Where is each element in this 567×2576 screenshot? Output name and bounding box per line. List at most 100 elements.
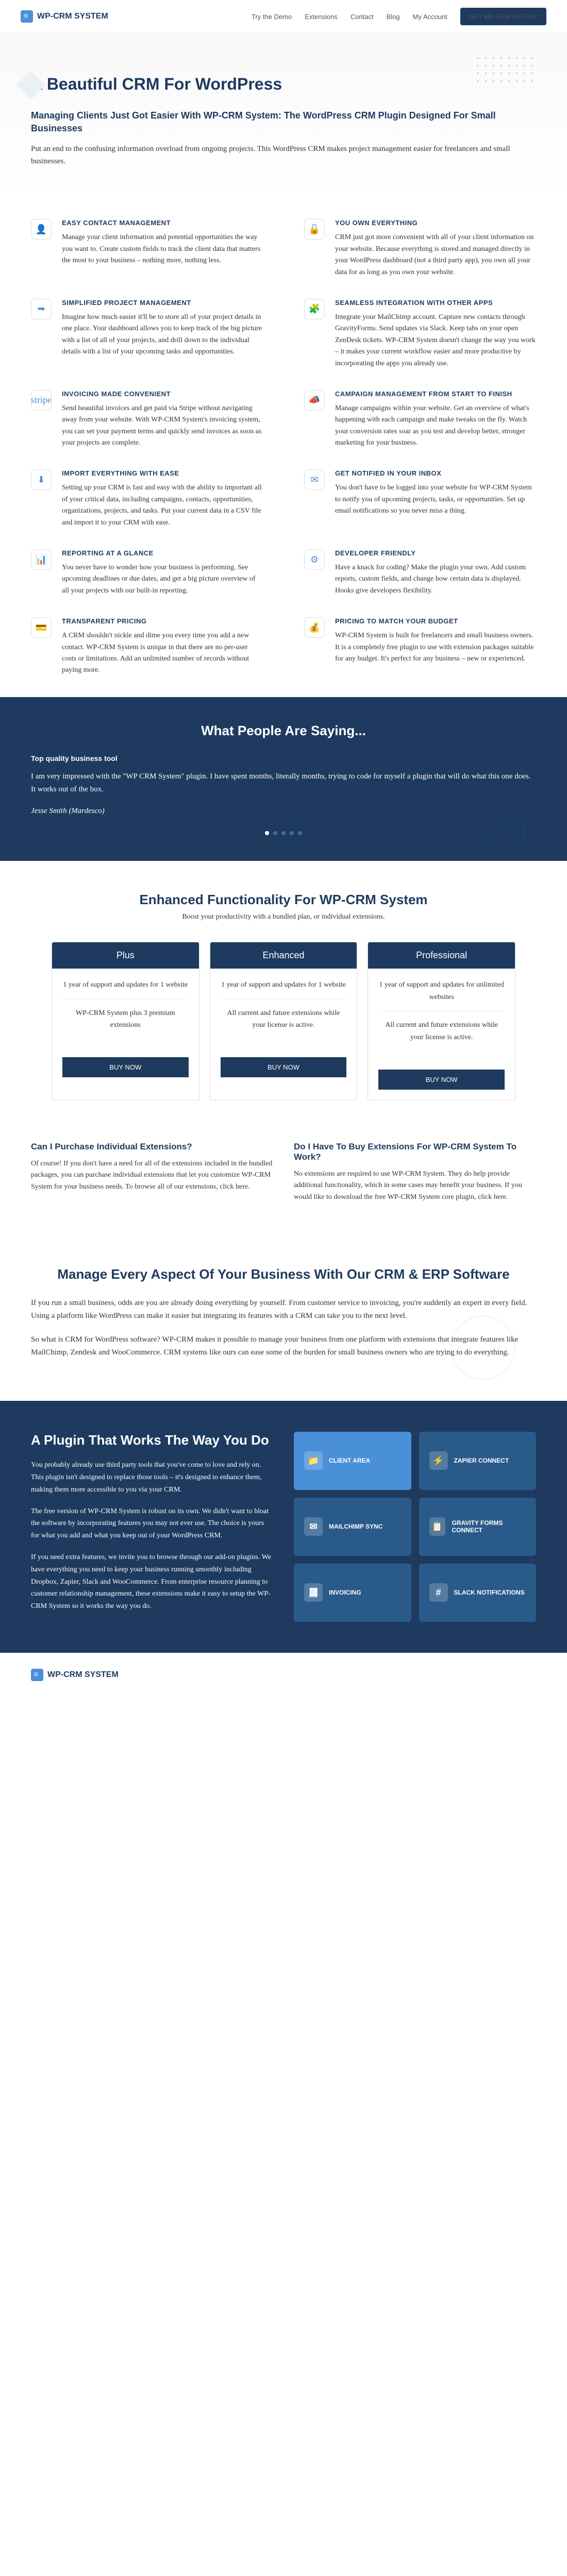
dot-2[interactable] bbox=[273, 831, 277, 835]
feature-body-11: WP-CRM System is built for freelancers a… bbox=[335, 630, 536, 665]
plan-line2-0: WP-CRM System plus 3 premium extensions bbox=[62, 1007, 189, 1032]
integration-label-3: GRAVITY FORMS CONNECT bbox=[452, 1519, 526, 1534]
plan-1: Enhanced 1 year of support and updates f… bbox=[210, 942, 358, 1100]
feature-icon-10: 💳 bbox=[31, 617, 52, 638]
plan-2: Professional 1 year of support and updat… bbox=[368, 942, 515, 1100]
nav-contact[interactable]: Contact bbox=[351, 13, 374, 21]
integration-5[interactable]: # SLACK NOTIFICATIONS bbox=[419, 1564, 537, 1622]
faq-item-0: Can I Purchase Individual Extensions? Of… bbox=[31, 1142, 273, 1203]
feature-0: 👤 EASY CONTACT MANAGEMENT Manage your cl… bbox=[31, 219, 263, 278]
faq-a-1: No extensions are required to use WP-CRM… bbox=[294, 1168, 536, 1203]
feature-body-9: Have a knack for coding? Make the plugin… bbox=[335, 562, 536, 597]
integration-icon-0: 📁 bbox=[304, 1451, 323, 1470]
manage-p1: If you run a small business, odds are yo… bbox=[31, 1297, 536, 1323]
dots-decoration bbox=[474, 54, 536, 85]
integration-icon-3: 📋 bbox=[429, 1517, 446, 1536]
feature-body-4: Send beautiful invoices and get paid via… bbox=[62, 403, 263, 449]
feature-title-11: PRICING TO MATCH YOUR BUDGET bbox=[335, 617, 536, 625]
footer-brand: WP-CRM SYSTEM bbox=[47, 1670, 119, 1680]
nav-cta-button[interactable]: GET WP-CRM SYSTEM bbox=[460, 8, 546, 25]
integration-icon-2: ✉ bbox=[304, 1517, 323, 1536]
feature-10: 💳 TRANSPARENT PRICING A CRM shouldn't ni… bbox=[31, 617, 263, 676]
plan-line1-2: 1 year of support and updates for unlimi… bbox=[378, 979, 505, 1004]
integration-3[interactable]: 📋 GRAVITY FORMS CONNECT bbox=[419, 1498, 537, 1556]
plans-section: Enhanced Functionality For WP-CRM System… bbox=[0, 861, 567, 1131]
dot-1[interactable] bbox=[265, 831, 269, 835]
feature-6: ⬇ IMPORT EVERYTHING WITH EASE Setting up… bbox=[31, 469, 263, 529]
feature-title-5: CAMPAIGN MANAGEMENT FROM START TO FINISH bbox=[335, 390, 536, 398]
feature-title-0: EASY CONTACT MANAGEMENT bbox=[62, 219, 263, 227]
integration-2[interactable]: ✉ MAILCHIMP SYNC bbox=[294, 1498, 411, 1556]
feature-title-8: REPORTING AT A GLANCE bbox=[62, 549, 263, 557]
feature-body-8: You never have to wonder how your busine… bbox=[62, 562, 263, 597]
feature-1: 🔓 YOU OWN EVERYTHING CRM just got more c… bbox=[304, 219, 536, 278]
testimonial-body: I am very impressed with the "WP CRM Sys… bbox=[31, 770, 536, 796]
nav-extensions[interactable]: Extensions bbox=[305, 13, 338, 21]
integration-0[interactable]: 📁 CLIENT AREA bbox=[294, 1432, 411, 1490]
feature-body-1: CRM just got more convenient with all of… bbox=[335, 232, 536, 278]
plan-name-1: Enhanced bbox=[210, 942, 357, 969]
dot-4[interactable] bbox=[290, 831, 294, 835]
plan-buy-0[interactable]: BUY NOW bbox=[62, 1057, 189, 1077]
feature-icon-8: 📊 bbox=[31, 549, 52, 570]
footer: WP-CRM SYSTEM bbox=[0, 1653, 567, 1697]
plan-line2-1: All current and future extensions while … bbox=[221, 1007, 347, 1032]
feature-title-1: YOU OWN EVERYTHING bbox=[335, 219, 536, 227]
footer-logo-icon bbox=[31, 1669, 43, 1681]
integration-label-1: ZAPIER CONNECT bbox=[454, 1457, 509, 1464]
faq-q-0: Can I Purchase Individual Extensions? bbox=[31, 1142, 273, 1152]
testimonial-sub: Top quality business tool bbox=[31, 754, 536, 762]
plan-0: Plus 1 year of support and updates for 1… bbox=[52, 942, 199, 1100]
feature-title-2: SIMPLIFIED PROJECT MANAGEMENT bbox=[62, 299, 263, 307]
feature-2: ➡ SIMPLIFIED PROJECT MANAGEMENT Imagine … bbox=[31, 299, 263, 369]
faq-section: Can I Purchase Individual Extensions? Of… bbox=[0, 1131, 567, 1234]
feature-icon-1: 🔓 bbox=[304, 219, 325, 240]
feature-8: 📊 REPORTING AT A GLANCE You never have t… bbox=[31, 549, 263, 597]
carousel-dots bbox=[31, 831, 536, 835]
manage-p2: So what is CRM for WordPress software? W… bbox=[31, 1333, 536, 1360]
plan-line1-0: 1 year of support and updates for 1 webs… bbox=[62, 979, 189, 991]
integration-label-4: INVOICING bbox=[329, 1589, 361, 1596]
hero-title: A Beautiful CRM For WordPress bbox=[31, 75, 536, 94]
dot-5[interactable] bbox=[298, 831, 302, 835]
plan-buy-2[interactable]: BUY NOW bbox=[378, 1070, 505, 1090]
works-heading: A Plugin That Works The Way You Do bbox=[31, 1432, 273, 1449]
testimonial-author: Jesse Smith (Mardesco) bbox=[31, 807, 536, 816]
feature-icon-2: ➡ bbox=[31, 299, 52, 319]
feature-body-2: Imagine how much easier it'll be to stor… bbox=[62, 312, 263, 358]
faq-q-1: Do I Have To Buy Extensions For WP-CRM S… bbox=[294, 1142, 536, 1162]
nav-account[interactable]: My Account bbox=[413, 13, 447, 21]
logo[interactable]: WP-CRM SYSTEM bbox=[21, 10, 108, 23]
plan-name-0: Plus bbox=[52, 942, 199, 969]
plan-line2-2: All current and future extensions while … bbox=[378, 1019, 505, 1044]
feature-3: 🧩 SEAMLESS INTEGRATION WITH OTHER APPS I… bbox=[304, 299, 536, 369]
nav-blog[interactable]: Blog bbox=[387, 13, 400, 21]
feature-icon-9: ⚙ bbox=[304, 549, 325, 570]
plan-line1-1: 1 year of support and updates for 1 webs… bbox=[221, 979, 347, 991]
integration-icon-1: ⚡ bbox=[429, 1451, 448, 1470]
hero-subtitle: Managing Clients Just Got Easier With WP… bbox=[31, 109, 536, 135]
plans-grid: Plus 1 year of support and updates for 1… bbox=[52, 942, 515, 1100]
plans-heading: Enhanced Functionality For WP-CRM System bbox=[31, 892, 536, 908]
integration-1[interactable]: ⚡ ZAPIER CONNECT bbox=[419, 1432, 537, 1490]
feature-body-3: Integrate your MailChimp account. Captur… bbox=[335, 312, 536, 369]
integration-icon-4: 🧾 bbox=[304, 1583, 323, 1602]
feature-icon-7: ✉ bbox=[304, 469, 325, 490]
plan-buy-1[interactable]: BUY NOW bbox=[221, 1057, 347, 1077]
feature-icon-5: 📣 bbox=[304, 390, 325, 411]
footer-logo[interactable]: WP-CRM SYSTEM bbox=[31, 1669, 536, 1681]
feature-title-10: TRANSPARENT PRICING bbox=[62, 617, 263, 625]
feature-9: ⚙ DEVELOPER FRIENDLY Have a knack for co… bbox=[304, 549, 536, 597]
feature-body-5: Manage campaigns within your website. Ge… bbox=[335, 403, 536, 449]
works-text: A Plugin That Works The Way You Do You p… bbox=[31, 1432, 273, 1622]
integration-4[interactable]: 🧾 INVOICING bbox=[294, 1564, 411, 1622]
feature-4: stripe INVOICING MADE CONVENIENT Send be… bbox=[31, 390, 263, 449]
integrations-grid: 📁 CLIENT AREA ⚡ ZAPIER CONNECT ✉ MAILCHI… bbox=[294, 1432, 536, 1622]
manage-section: Manage Every Aspect Of Your Business Wit… bbox=[0, 1234, 567, 1400]
features-grid: 👤 EASY CONTACT MANAGEMENT Manage your cl… bbox=[0, 198, 567, 697]
plan-name-2: Professional bbox=[368, 942, 515, 969]
logo-icon bbox=[21, 10, 33, 23]
nav-demo[interactable]: Try the Demo bbox=[252, 13, 292, 21]
dot-3[interactable] bbox=[281, 831, 286, 835]
feature-icon-11: 💰 bbox=[304, 617, 325, 638]
